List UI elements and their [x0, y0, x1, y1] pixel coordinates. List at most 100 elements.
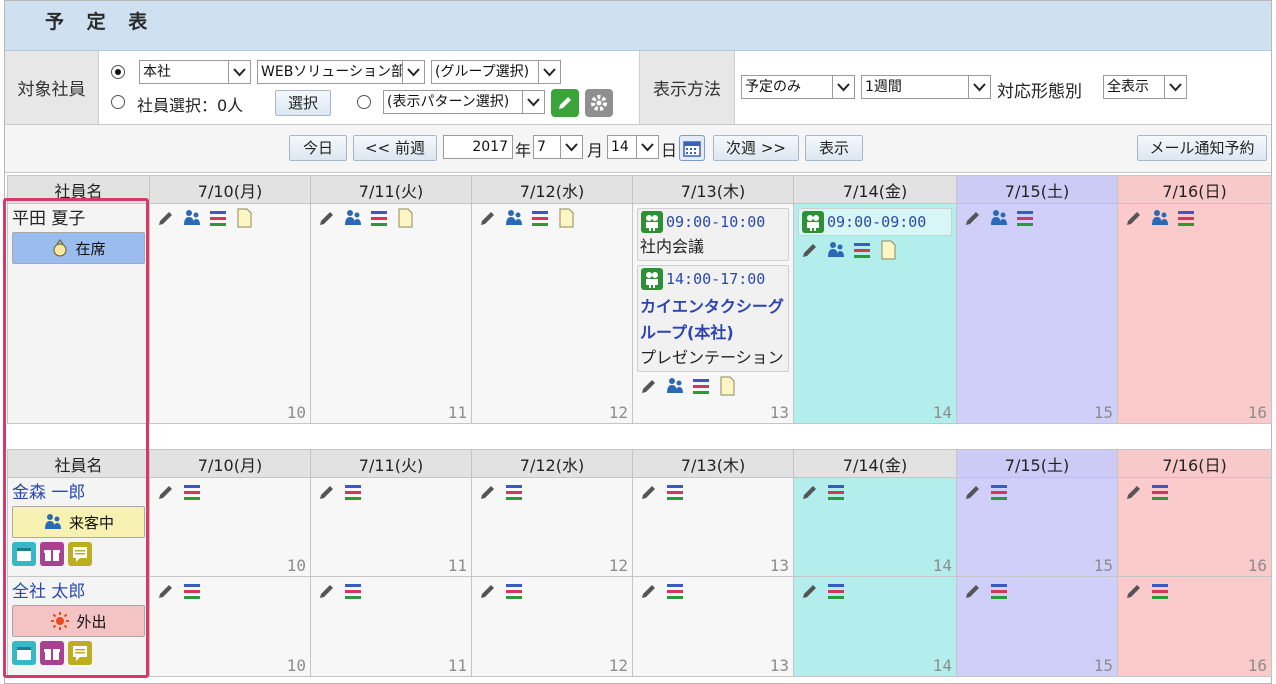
memo-icon[interactable]: [717, 376, 737, 396]
employee-name-link[interactable]: 全社 太郎: [8, 577, 149, 603]
list-icon[interactable]: [1176, 208, 1196, 228]
radio-employee-select[interactable]: [111, 95, 125, 109]
day-header[interactable]: 7/16(日): [1117, 449, 1272, 478]
people-icon[interactable]: [665, 376, 685, 396]
list-icon[interactable]: [691, 376, 711, 396]
prev-week-button[interactable]: << 前週: [353, 135, 437, 161]
list-icon[interactable]: [530, 208, 550, 228]
display-select[interactable]: 予定のみ: [741, 75, 855, 99]
day-cell[interactable]: 16: [1117, 477, 1272, 577]
people-icon[interactable]: [504, 208, 524, 228]
event-item[interactable]: 14:00-17:00 カイエンタクシーグ ループ(本社) プレゼンテーション: [637, 265, 789, 372]
pencil-icon[interactable]: [156, 482, 176, 502]
pattern-select[interactable]: (表示パターン選択): [383, 90, 545, 114]
day-cell[interactable]: 09:00-10:00 社内会議 14:00-17:00 カイエンタクシーグ ルー…: [632, 203, 794, 424]
day-cell[interactable]: 16: [1117, 576, 1272, 677]
list-icon[interactable]: [208, 208, 228, 228]
radio-company[interactable]: [111, 65, 125, 79]
year-input[interactable]: 2017: [443, 135, 513, 159]
people-icon[interactable]: [826, 240, 846, 260]
message-icon[interactable]: [68, 542, 92, 566]
day-header[interactable]: 7/15(土): [956, 175, 1118, 204]
day-cell[interactable]: 12: [471, 576, 633, 677]
list-icon[interactable]: [1015, 208, 1035, 228]
pencil-icon[interactable]: [478, 208, 498, 228]
list-icon[interactable]: [182, 482, 202, 502]
status-badge[interactable]: 来客中: [12, 506, 145, 538]
day-header[interactable]: 7/11(火): [310, 175, 472, 204]
day-header[interactable]: 7/13(木): [632, 175, 794, 204]
list-icon[interactable]: [343, 581, 363, 601]
event-item[interactable]: 09:00-09:00: [798, 208, 952, 236]
people-icon[interactable]: [1150, 208, 1170, 228]
day-header[interactable]: 7/11(火): [310, 449, 472, 478]
people-icon[interactable]: [343, 208, 363, 228]
day-select[interactable]: 14: [607, 135, 659, 159]
list-icon[interactable]: [852, 240, 872, 260]
day-cell[interactable]: 10: [149, 477, 311, 577]
message-icon[interactable]: [68, 641, 92, 665]
next-week-button[interactable]: 次週 >>: [713, 135, 799, 161]
list-icon[interactable]: [989, 581, 1009, 601]
day-header[interactable]: 7/13(木): [632, 449, 794, 478]
list-icon[interactable]: [369, 208, 389, 228]
calendar-icon[interactable]: [679, 135, 705, 161]
list-icon[interactable]: [1150, 581, 1170, 601]
day-header[interactable]: 7/10(月): [149, 449, 311, 478]
day-cell[interactable]: 11: [310, 576, 472, 677]
list-icon[interactable]: [504, 581, 524, 601]
pencil-icon[interactable]: [639, 482, 659, 502]
pencil-icon[interactable]: [478, 482, 498, 502]
company-select[interactable]: 本社: [139, 60, 251, 84]
pencil-icon[interactable]: [317, 208, 337, 228]
list-icon[interactable]: [665, 482, 685, 502]
employee-name-link[interactable]: 金森 一郎: [8, 478, 149, 504]
pencil-icon[interactable]: [1124, 581, 1144, 601]
period-select[interactable]: 1週間: [861, 75, 991, 99]
status-badge[interactable]: 外出: [12, 605, 145, 637]
day-header[interactable]: 7/12(水): [471, 449, 633, 478]
list-icon[interactable]: [665, 581, 685, 601]
gift-icon[interactable]: [40, 641, 64, 665]
pencil-icon[interactable]: [963, 208, 983, 228]
pencil-icon[interactable]: [317, 482, 337, 502]
day-cell[interactable]: 15: [956, 477, 1118, 577]
response-type-select[interactable]: 全表示: [1103, 75, 1187, 99]
people-icon[interactable]: [989, 208, 1009, 228]
day-header[interactable]: 7/14(金): [793, 449, 957, 478]
memo-icon[interactable]: [878, 240, 898, 260]
day-header[interactable]: 7/12(水): [471, 175, 633, 204]
list-icon[interactable]: [826, 581, 846, 601]
day-cell[interactable]: 15: [956, 203, 1118, 424]
day-cell[interactable]: 12: [471, 203, 633, 424]
pencil-icon[interactable]: [1124, 208, 1144, 228]
day-header[interactable]: 7/15(土): [956, 449, 1118, 478]
day-header[interactable]: 7/10(月): [149, 175, 311, 204]
calendar-icon[interactable]: [12, 542, 36, 566]
day-cell[interactable]: 16: [1117, 203, 1272, 424]
group-select[interactable]: (グループ選択): [431, 60, 561, 84]
list-icon[interactable]: [504, 482, 524, 502]
people-icon[interactable]: [182, 208, 202, 228]
department-select[interactable]: WEBソリューション部: [257, 60, 425, 84]
list-icon[interactable]: [1150, 482, 1170, 502]
gift-icon[interactable]: [40, 542, 64, 566]
pencil-icon[interactable]: [478, 581, 498, 601]
list-icon[interactable]: [826, 482, 846, 502]
day-header[interactable]: 7/16(日): [1117, 175, 1272, 204]
today-button[interactable]: 今日: [289, 135, 347, 161]
pencil-icon[interactable]: [1124, 482, 1144, 502]
list-icon[interactable]: [989, 482, 1009, 502]
day-cell[interactable]: 14: [793, 576, 957, 677]
pencil-icon[interactable]: [963, 482, 983, 502]
day-cell[interactable]: 10: [149, 203, 311, 424]
pencil-icon[interactable]: [800, 482, 820, 502]
day-cell[interactable]: 15: [956, 576, 1118, 677]
pencil-icon[interactable]: [156, 581, 176, 601]
day-cell[interactable]: 13: [632, 576, 794, 677]
calendar-icon[interactable]: [12, 641, 36, 665]
pencil-icon[interactable]: [639, 581, 659, 601]
mail-notice-button[interactable]: メール通知予約: [1137, 135, 1267, 161]
day-cell[interactable]: 14: [793, 477, 957, 577]
pencil-icon[interactable]: [963, 581, 983, 601]
